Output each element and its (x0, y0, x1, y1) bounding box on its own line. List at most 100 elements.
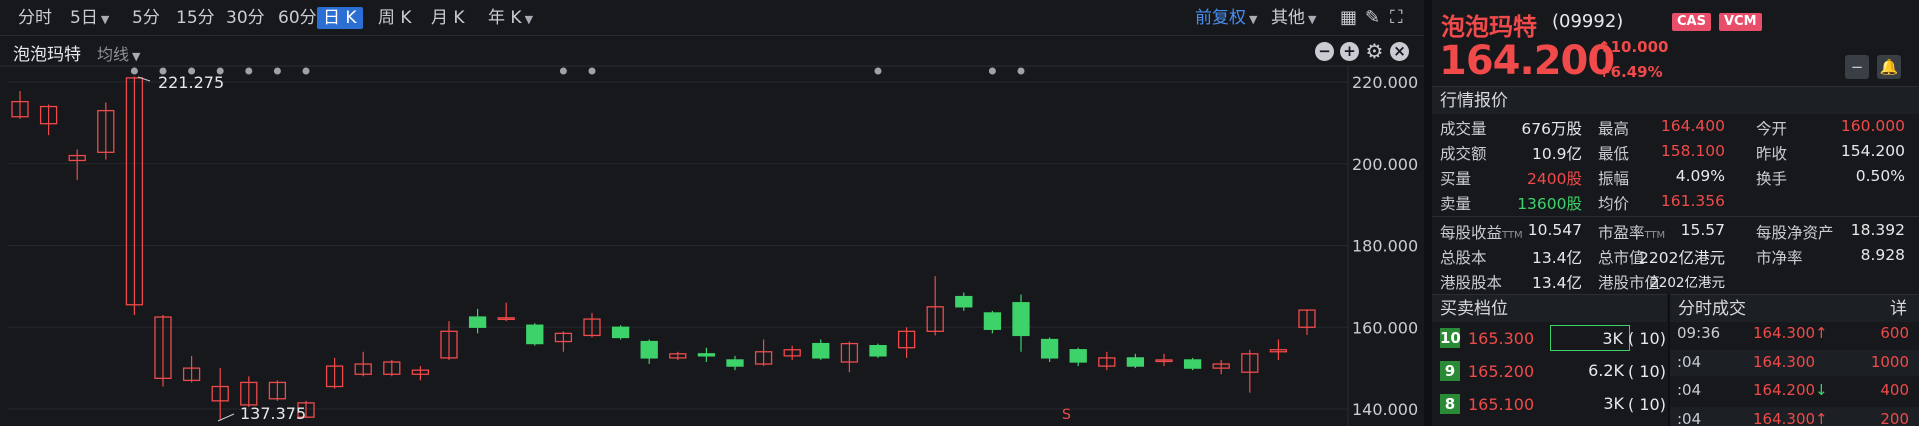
candle-body (1126, 357, 1145, 367)
tick-row: 09:36 164.300↑ 600 (1670, 321, 1919, 347)
stock-code: (09992) (1552, 11, 1624, 32)
panel-divider[interactable] (1424, 0, 1432, 426)
fundamental-label-text: 总市值 (1598, 249, 1645, 267)
order-volume: 6.2K (1588, 361, 1624, 380)
candlestick-chart[interactable]: 220.000 200.000 180.000 160.000 140.000 221.2… (0, 0, 1424, 426)
price-change-value: 10.000 (1610, 38, 1669, 56)
tick-price-cell: 164.300↑ (1753, 324, 1828, 342)
candle-body (955, 295, 973, 308)
event-dot (130, 67, 138, 75)
app-root: 分时 5日 ▼ 5分 15分 30分 60分日 K周 K月 K年 K ▼ 前复权 ▼ 其他 ▼ ▦ ✎ ⛶ … (0, 0, 1919, 426)
tick-volume: 600 (1880, 324, 1909, 342)
tick-time: :04 (1677, 409, 1702, 426)
quote-section-title: 行情报价 (1440, 91, 1508, 111)
cas-badge: CAS (1672, 13, 1711, 31)
order-price: 165.300 (1468, 329, 1535, 348)
candle-body (526, 324, 544, 345)
order-count: ( 10) (1628, 395, 1666, 414)
fundamental-value: 2202亿港元 (1639, 249, 1725, 267)
event-dot (988, 67, 996, 75)
order-book-title: 买卖档位 (1440, 299, 1508, 319)
quote-divider (1432, 216, 1919, 217)
quote-panel: 泡泡玛特 (09992) CAS VCM 164.200 ↑10.000 +6.… (1432, 0, 1919, 426)
fundamental-label: 市盈率TTM (1598, 221, 1665, 243)
ticks-detail-link[interactable]: 详 (1890, 295, 1907, 323)
order-book-row[interactable]: 9 165.200 6.2K( 10) (1432, 356, 1667, 388)
tick-row: :04 164.300↑ 200 (1670, 406, 1919, 426)
event-dot (874, 67, 882, 75)
tick-price: 164.200 (1753, 381, 1816, 399)
alert-button[interactable]: 🔔 (1877, 55, 1901, 79)
tick-time: :04 (1677, 381, 1702, 399)
candle-body (640, 340, 658, 359)
candle-body (869, 344, 887, 357)
fundamental-sub: TTM (1502, 230, 1523, 241)
fundamental-value: 13.4亿 (1531, 249, 1582, 267)
order-level: 9 (1440, 361, 1460, 381)
quote-label: 卖量 (1440, 195, 1472, 213)
low-label: 137.375 (240, 404, 306, 423)
last-price: 164.200 (1439, 38, 1615, 84)
candle-body (726, 359, 744, 367)
order-price: 165.100 (1468, 395, 1535, 414)
fundamental-label-text: 港股股本 (1440, 274, 1503, 292)
quote-label: 昨收 (1756, 145, 1788, 163)
arrow-up-icon: ↑ (1815, 324, 1828, 342)
event-dot (559, 67, 567, 75)
quote-value: 164.400 (1660, 117, 1725, 135)
candle-body (983, 312, 1002, 330)
order-volume: 3K (1603, 394, 1624, 413)
quote-value: 4.09% (1675, 167, 1725, 185)
fundamental-label: 港股股本 (1440, 271, 1502, 293)
quote-label: 买量 (1440, 170, 1472, 188)
tick-row: :04 164.300 1000 (1670, 349, 1919, 376)
event-dot (245, 67, 253, 75)
quote-label: 最低 (1598, 145, 1630, 163)
quote-value: 676万股 (1521, 120, 1582, 138)
quote-label: 成交额 (1440, 145, 1487, 163)
fundamental-value: 10.547 (1527, 221, 1582, 239)
y-tick-label: 180.000 (1352, 237, 1418, 256)
price-change-pct: +6.49% (1598, 63, 1663, 81)
fundamental-label: 总市值 (1598, 246, 1645, 268)
quote-label: 换手 (1756, 170, 1788, 188)
candle-body (611, 326, 630, 339)
fundamental-value: 18.392 (1850, 221, 1905, 239)
order-price: 165.200 (1468, 362, 1535, 381)
fundamental-value: 8.928 (1860, 246, 1905, 264)
candle-body (812, 342, 830, 359)
order-book-row[interactable]: 10 165.300 3K( 10) (1432, 323, 1667, 355)
fundamental-label: 市净率 (1756, 246, 1803, 268)
quote-value: 0.50% (1855, 167, 1905, 185)
order-level: 8 (1440, 394, 1460, 414)
candle-body (1183, 359, 1202, 369)
quote-value: 13600股 (1517, 195, 1582, 213)
arrow-up-icon: ↑ (1598, 38, 1611, 56)
order-volume: 3K (1550, 325, 1630, 351)
tick-time: 09:36 (1677, 324, 1721, 342)
order-book-row[interactable]: 8 165.100 3K( 10) (1432, 389, 1667, 421)
quote-value: 158.100 (1660, 142, 1725, 160)
quote-value: 161.356 (1660, 192, 1725, 210)
high-pointer (137, 76, 151, 82)
quote-value: 10.9亿 (1531, 145, 1582, 163)
event-dot (302, 67, 310, 75)
order-book-header: 买卖档位 (1432, 294, 1667, 322)
fundamental-label: 总股本 (1440, 246, 1487, 268)
fundamental-label-text: 每股净资产 (1756, 224, 1834, 242)
candle-body (1040, 338, 1059, 359)
fundamental-label-text: 市净率 (1756, 249, 1803, 267)
arrow-down-icon: ↓ (1815, 381, 1828, 399)
fundamental-value: 15.57 (1680, 221, 1725, 239)
y-tick-label: 160.000 (1352, 318, 1418, 337)
tick-volume: 200 (1880, 409, 1909, 426)
tick-price-cell: 164.200↓ (1753, 381, 1828, 399)
quote-label: 振幅 (1598, 170, 1630, 188)
price-change: ↑10.000 (1598, 38, 1668, 56)
candle-body (697, 353, 716, 357)
quote-value: 154.200 (1840, 142, 1905, 160)
fundamental-label-text: 每股收益 (1440, 224, 1503, 242)
quote-section-header: 行情报价 (1432, 86, 1919, 114)
remove-watchlist-button[interactable]: − (1845, 55, 1869, 79)
candle-body (1012, 302, 1030, 337)
